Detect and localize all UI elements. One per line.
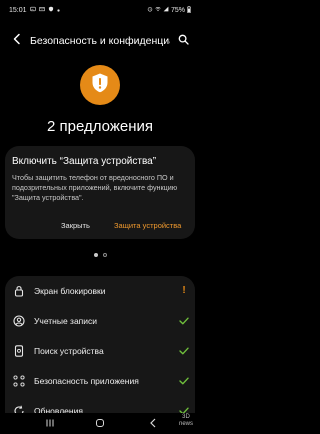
suggestion-card: Включить “Защита устройства” Чтобы защит… <box>5 146 195 239</box>
check-icon <box>179 345 189 357</box>
list-item-lock-screen[interactable]: Экран блокировки ! <box>5 276 195 306</box>
battery-icon <box>187 5 191 15</box>
home-icon <box>95 415 105 433</box>
find-device-icon <box>13 345 25 357</box>
page-indicator <box>0 253 200 257</box>
page-dot-1[interactable] <box>93 253 98 257</box>
suggestions-count: 2 предложения <box>47 118 153 135</box>
back-nav-button[interactable] <box>145 416 161 432</box>
list-item-label: Учетные записи <box>34 316 98 326</box>
signal-icon <box>163 6 169 14</box>
app-bar: Безопасность и конфиденциальность <box>0 28 200 54</box>
page-dot-2[interactable] <box>102 253 107 257</box>
list-item-find-device[interactable]: Поиск устройства <box>5 336 195 366</box>
list-item-label: Экран блокировки <box>34 286 106 296</box>
search-icon <box>178 32 189 50</box>
check-icon <box>179 375 189 387</box>
apps-grid-icon <box>13 375 25 387</box>
watermark-logo: 3D news <box>174 414 198 428</box>
shield-status-icon <box>48 6 54 14</box>
account-icon <box>13 315 25 327</box>
battery-percent: 75% <box>170 6 185 14</box>
lock-icon <box>13 285 25 297</box>
list-item-app-security[interactable]: Безопасность приложения <box>5 366 195 396</box>
list-item-label: Безопасность приложения <box>34 376 139 386</box>
back-nav-icon <box>149 415 157 433</box>
shield-alert-icon <box>90 72 110 99</box>
alarm-icon <box>147 6 153 14</box>
enable-device-protection-button[interactable]: Защита устройства <box>114 221 181 230</box>
dot-icon <box>56 7 60 14</box>
list-item-accounts[interactable]: Учетные записи <box>5 306 195 336</box>
search-button[interactable] <box>176 34 190 48</box>
watermark-text: 3D news <box>178 414 193 427</box>
security-status-badge <box>80 65 120 105</box>
status-left: 15:01 <box>9 6 60 14</box>
recent-apps-button[interactable] <box>42 416 58 432</box>
warning-icon: ! <box>182 285 186 296</box>
card-title: Включить “Защита устройства” <box>12 156 157 167</box>
status-time: 15:01 <box>9 6 27 14</box>
card-body: Чтобы защитить телефон от вредоносного П… <box>12 173 178 202</box>
navigation-bar <box>0 413 200 434</box>
back-arrow-icon <box>12 32 22 50</box>
page-title: Безопасность и конфиденциальность <box>30 35 170 47</box>
mail-icon <box>38 6 45 14</box>
recent-apps-icon <box>45 415 55 433</box>
home-button[interactable] <box>92 416 108 432</box>
back-button[interactable] <box>10 32 24 50</box>
security-settings-list: Экран блокировки ! Учетные записи Поиск … <box>5 276 195 434</box>
check-icon <box>179 315 189 327</box>
image-icon <box>29 6 36 14</box>
status-right: 75% <box>147 5 191 15</box>
status-bar: 15:01 75% <box>0 0 200 20</box>
wifi-icon <box>155 6 161 14</box>
list-item-label: Поиск устройства <box>34 346 104 356</box>
close-suggestion-button[interactable]: Закрыть <box>61 221 90 230</box>
